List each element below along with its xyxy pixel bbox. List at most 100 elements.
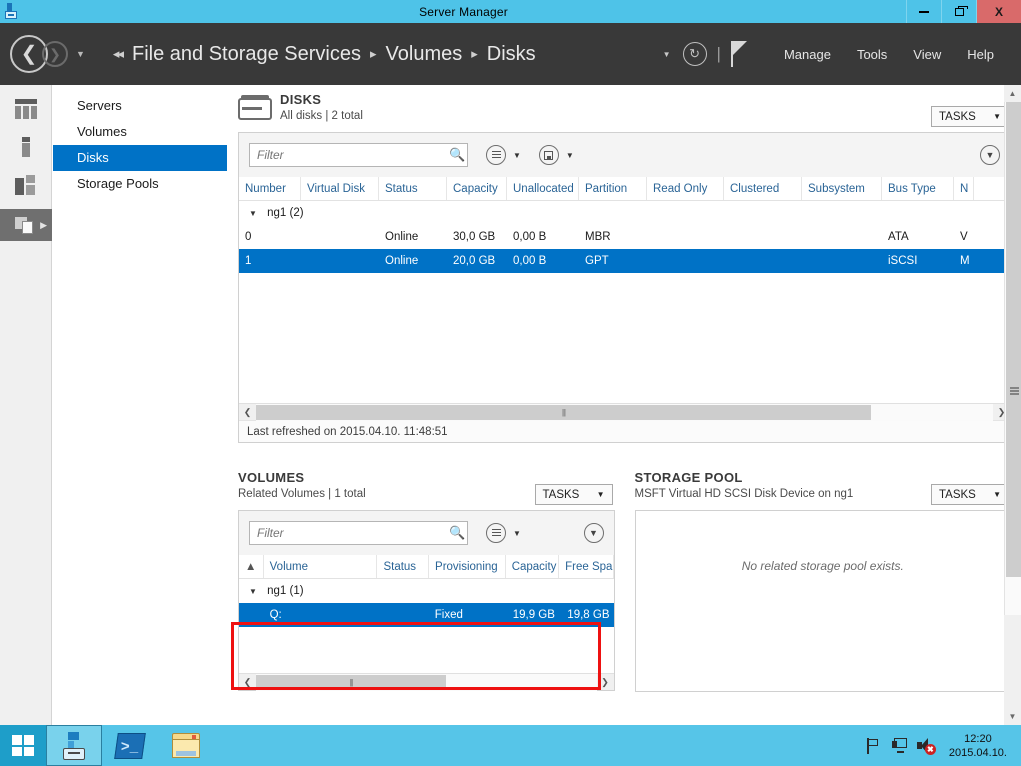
- scroll-left-icon[interactable]: ❮: [239, 674, 256, 691]
- close-button[interactable]: X: [976, 0, 1021, 23]
- column-header-capacity[interactable]: Capacity: [447, 177, 507, 200]
- column-header-bus-type[interactable]: Bus Type: [882, 177, 954, 200]
- taskbar: >_ ✖ 12:20 2015.04.10.: [0, 725, 1021, 766]
- volume-muted-icon: ✖: [916, 737, 936, 755]
- column-header-read-only[interactable]: Read Only: [647, 177, 724, 200]
- column-header-clustered[interactable]: Clustered: [724, 177, 802, 200]
- minimize-button[interactable]: [906, 0, 941, 23]
- column-header-subsystem[interactable]: Subsystem: [802, 177, 882, 200]
- column-header-number[interactable]: Number: [239, 177, 301, 200]
- chevron-down-icon[interactable]: ▼: [513, 529, 521, 538]
- menu-manage[interactable]: Manage: [771, 47, 844, 62]
- list-view-icon[interactable]: [486, 523, 506, 543]
- scroll-right-icon[interactable]: ❯: [597, 674, 614, 691]
- chevron-down-icon[interactable]: ▼: [663, 50, 671, 59]
- taskbar-item-powershell[interactable]: >_: [102, 725, 158, 766]
- action-center-button[interactable]: [861, 725, 887, 766]
- chevron-down-icon[interactable]: ▼: [513, 151, 521, 160]
- disks-view-group: ▼: [486, 145, 521, 165]
- column-header-provisioning[interactable]: Provisioning: [429, 555, 506, 578]
- chevron-down-icon[interactable]: ▼: [566, 151, 574, 160]
- collapse-triangle-icon[interactable]: ▼: [249, 209, 257, 218]
- table-row[interactable]: Q: Fixed 19,9 GB 19,8 GB: [239, 603, 614, 627]
- warning-icon[interactable]: ▲: [239, 555, 264, 578]
- breadcrumb-item-disks[interactable]: Disks: [487, 43, 536, 66]
- scroll-down-icon[interactable]: ▼: [1004, 708, 1021, 725]
- scroll-left-icon[interactable]: ❮: [239, 404, 256, 421]
- disks-scroll-thumb[interactable]: |||: [256, 404, 871, 420]
- breadcrumb-item-volumes[interactable]: Volumes: [386, 43, 463, 66]
- vertical-scroll-track[interactable]: [1004, 102, 1021, 615]
- breadcrumb-separator-icon: ▸: [471, 46, 478, 61]
- cell-virtual-disk: [301, 225, 379, 249]
- maximize-button[interactable]: [941, 0, 976, 23]
- volumes-scroll-thumb[interactable]: |||: [256, 674, 446, 690]
- volume-button[interactable]: ✖: [913, 725, 939, 766]
- disks-filter-input[interactable]: [249, 143, 468, 167]
- disks-horizontal-scrollbar[interactable]: ❮ ||| ❯: [239, 403, 1010, 421]
- taskbar-item-server-manager[interactable]: [46, 725, 102, 766]
- disks-collapse-icon[interactable]: ▼: [980, 145, 1000, 165]
- column-header-unallocated[interactable]: Unallocated: [507, 177, 579, 200]
- column-header-virtual-disk[interactable]: Virtual Disk: [301, 177, 379, 200]
- cell-bus-type: ATA: [888, 231, 909, 243]
- refresh-icon[interactable]: ↻: [682, 42, 707, 66]
- scroll-up-icon[interactable]: ▲: [1004, 85, 1021, 102]
- sidebar-item-servers[interactable]: Servers: [53, 93, 227, 119]
- flag-icon[interactable]: [730, 41, 753, 67]
- table-row[interactable]: 1 Online 20,0 GB 0,00 B GPT iSCSI M: [239, 249, 1010, 273]
- disks-group-row[interactable]: ▼ ng1 (2): [239, 201, 1010, 225]
- rail-item-dashboard[interactable]: [0, 95, 52, 123]
- breadcrumb-item-file-and-storage-services[interactable]: File and Storage Services: [132, 43, 361, 66]
- volumes-tasks-button[interactable]: TASKS ▼: [534, 484, 613, 505]
- menu-help[interactable]: Help: [954, 47, 1007, 62]
- search-icon[interactable]: 🔍: [449, 147, 465, 162]
- cell-name: M: [960, 255, 970, 267]
- search-icon[interactable]: 🔍: [449, 525, 465, 540]
- main-vertical-scrollbar[interactable]: ▲ ▼: [1004, 85, 1021, 725]
- disks-filter-wrap: 🔍: [249, 143, 468, 167]
- chevron-down-icon[interactable]: ▼: [76, 49, 85, 59]
- disks-tasks-button[interactable]: TASKS ▼: [931, 106, 1009, 127]
- windows-start-icon[interactable]: [0, 725, 46, 766]
- volumes-filter-input[interactable]: [249, 521, 468, 545]
- collapse-triangle-icon[interactable]: ▼: [249, 587, 257, 596]
- taskbar-item-file-explorer[interactable]: [158, 725, 214, 766]
- list-view-icon[interactable]: [486, 145, 506, 165]
- forward-arrow-icon[interactable]: ❯: [42, 41, 68, 67]
- volumes-group-row[interactable]: ▼ ng1 (1): [239, 579, 614, 603]
- volumes-scroll-track[interactable]: |||: [256, 673, 597, 691]
- storage-pool-tasks-button[interactable]: TASKS ▼: [931, 484, 1009, 505]
- clock-time: 12:20: [964, 732, 992, 745]
- disks-save-group: ▼: [538, 145, 574, 165]
- column-header-capacity[interactable]: Capacity: [506, 555, 560, 578]
- cell-partition: MBR: [585, 231, 611, 243]
- network-button[interactable]: [887, 725, 913, 766]
- table-row[interactable]: 0 Online 30,0 GB 0,00 B MBR ATA V: [239, 225, 1010, 249]
- sidebar-item-volumes[interactable]: Volumes: [53, 119, 227, 145]
- volumes-tasks-label: TASKS: [542, 488, 580, 501]
- column-header-status[interactable]: Status: [379, 177, 447, 200]
- volumes-horizontal-scrollbar[interactable]: ❮ ||| ❯: [239, 673, 614, 691]
- menu-view[interactable]: View: [900, 47, 954, 62]
- rail-item-local-server[interactable]: [0, 133, 52, 161]
- volumes-collapse-icon[interactable]: ▼: [583, 523, 604, 543]
- column-header-partition[interactable]: Partition: [579, 177, 647, 200]
- taskbar-clock[interactable]: 12:20 2015.04.10.: [939, 732, 1013, 760]
- rail-item-file-and-storage-services[interactable]: ▶: [0, 209, 52, 241]
- cell-number: 0: [245, 231, 252, 243]
- breadcrumb-prefix-icon[interactable]: ◂◂: [113, 46, 124, 62]
- sidebar-item-storage-pools[interactable]: Storage Pools: [53, 171, 227, 197]
- column-header-free-space[interactable]: Free Spa: [559, 555, 614, 578]
- sidebar-item-disks[interactable]: Disks: [53, 145, 227, 171]
- vertical-scroll-thumb[interactable]: [1006, 102, 1021, 577]
- menu-tools[interactable]: Tools: [844, 47, 900, 62]
- maximize-icon: [954, 5, 968, 16]
- save-query-icon[interactable]: [538, 145, 559, 165]
- rail-item-all-servers[interactable]: [0, 171, 52, 199]
- cell-read-only: [647, 225, 724, 249]
- column-header-volume[interactable]: Volume: [264, 555, 378, 578]
- disks-scroll-track[interactable]: |||: [256, 403, 993, 421]
- column-header-status[interactable]: Status: [377, 555, 430, 578]
- column-header-name[interactable]: N: [954, 177, 974, 200]
